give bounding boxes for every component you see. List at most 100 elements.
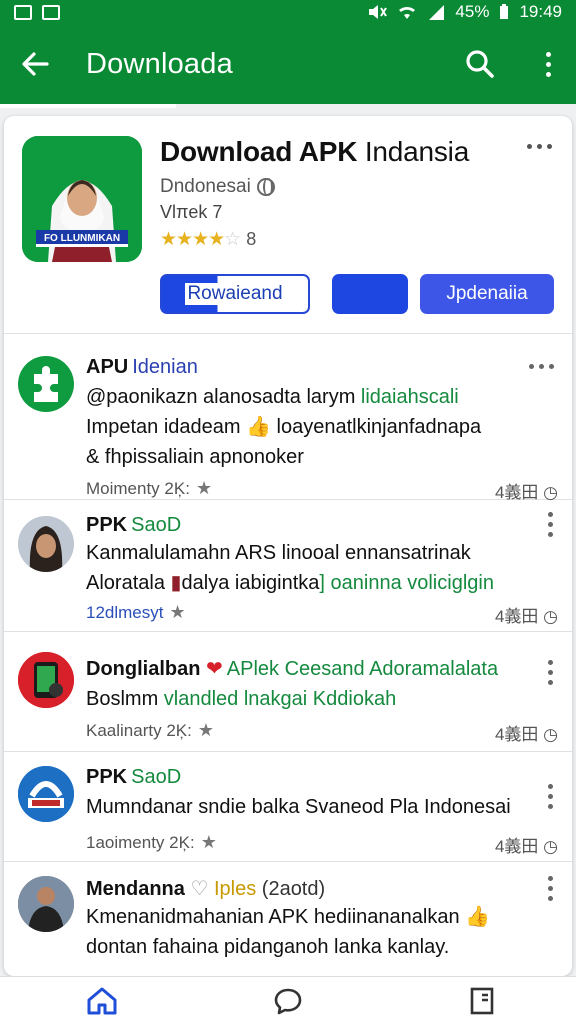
post-author: PPK xyxy=(86,766,128,788)
post-menu-button[interactable] xyxy=(548,876,554,901)
app-icon-banner: FO LLUNMIKAN xyxy=(44,233,120,244)
avatar[interactable] xyxy=(18,356,74,412)
post-menu-button[interactable] xyxy=(548,784,554,809)
post-text-line: Impetan idadeam 👍 loayenatlkinjanfadnapa xyxy=(86,416,482,438)
post-text-line: Boslmm vlandled lnakgai Kddiokah xyxy=(86,688,397,710)
bottom-nav xyxy=(0,976,576,1024)
app-title-bold: Download APK xyxy=(160,136,358,167)
heart-outline-icon: ♡ xyxy=(190,878,209,900)
heart-icon: ❤ xyxy=(206,658,223,680)
battery-icon xyxy=(500,4,509,19)
signal-icon xyxy=(429,5,445,20)
notification-icon xyxy=(14,4,32,20)
app-header: FO LLUNMIKAN Download APK Indansia Dndon… xyxy=(4,116,572,334)
avatar[interactable] xyxy=(18,876,74,932)
post-text-line: Kanmalulamahn ARS linooal ennansatrinak xyxy=(86,542,471,564)
page-title: Downloada xyxy=(86,47,233,80)
rating-row: ★★★★☆ 8 xyxy=(160,228,256,251)
post-count: 4義田 ◷ xyxy=(494,725,558,744)
secondary-action-button[interactable] xyxy=(332,274,408,314)
post-meta: 12dlmesyt ★ xyxy=(86,602,186,623)
image-icon xyxy=(42,4,60,20)
avatar[interactable] xyxy=(18,766,74,822)
post-header: Donglialban ❤ APlek Ceesand Adoramalalata xyxy=(86,656,498,681)
developer-row[interactable]: Dndonesai xyxy=(160,176,275,198)
clock: 19:49 xyxy=(519,2,562,21)
home-icon xyxy=(87,987,117,1015)
list-item[interactable]: APU Idenian @paonikazn alanosadta larym l… xyxy=(4,334,572,502)
phone-app-icon xyxy=(18,652,74,708)
search-icon xyxy=(466,50,494,78)
arrow-back-icon xyxy=(22,52,49,76)
post-author: APU xyxy=(86,356,129,378)
search-button[interactable] xyxy=(460,44,500,84)
star-rating-icon: ★★★★☆ xyxy=(160,229,241,250)
post-text-line: Kmenanidmahanian APK hediinananalkan 👍 xyxy=(86,906,491,928)
list-item[interactable]: PPK SaoD Kanmalulamahn ARS linooal ennans… xyxy=(4,500,572,632)
download-button[interactable]: Rowaieand xyxy=(160,274,310,314)
post-text-line: dontan fahaina pidanganoh lanka kanlay. xyxy=(86,936,450,958)
rating-value: 8 xyxy=(246,229,257,249)
post-author: PPK xyxy=(86,514,128,536)
post-tag[interactable]: SaoD xyxy=(131,766,181,788)
clock-icon: ◷ xyxy=(543,607,558,626)
avatar[interactable] xyxy=(18,652,74,708)
post-menu-button[interactable] xyxy=(548,660,554,685)
nav-home-button[interactable] xyxy=(82,985,122,1017)
chat-bubble-icon xyxy=(274,988,302,1015)
app-title-rest: Indansia xyxy=(357,136,470,167)
post-text-line: @paonikazn alanosadta larym lidaiahscali xyxy=(86,386,459,408)
person-avatar-icon xyxy=(18,516,74,572)
clock-icon: ◷ xyxy=(543,837,558,856)
list-item[interactable]: Mendanna ♡ Iples (2aotd) Kmenanidmahania… xyxy=(4,862,572,976)
post-count: 4義田 ◷ xyxy=(494,607,558,626)
app-icon-image: FO LLUNMIKAN xyxy=(22,136,142,262)
post-author: Mendanna xyxy=(86,878,185,900)
post-author: Donglialban xyxy=(86,658,201,680)
post-header: APU Idenian xyxy=(86,356,198,379)
clock-icon: ◷ xyxy=(543,725,558,744)
app-icon[interactable]: FO LLUNMIKAN xyxy=(22,136,142,262)
post-tag[interactable]: SaoD xyxy=(131,514,181,536)
post-tag[interactable]: APlek Ceesand Adoramalalata xyxy=(227,658,498,680)
post-header: Mendanna ♡ Iples (2aotd) xyxy=(86,878,326,900)
overflow-menu-button[interactable] xyxy=(538,44,558,84)
tab-indicator xyxy=(0,104,176,108)
post-menu-button[interactable] xyxy=(548,512,554,537)
app-title: Download APK Indansia xyxy=(160,136,469,168)
app-more-button[interactable] xyxy=(527,144,552,149)
download-label: Rowaieand xyxy=(185,283,285,305)
update-label: Jpdenaiia xyxy=(446,283,528,304)
status-bar: 45% 19:49 xyxy=(0,0,576,24)
status-indicators: 45% 19:49 xyxy=(367,2,562,22)
post-header: PPK SaoD xyxy=(86,766,181,789)
post-tag[interactable]: Iples xyxy=(214,878,256,900)
post-text-line: & fhpissaliain apnonoker️ xyxy=(86,446,304,468)
developer-name: Dndonesai xyxy=(160,176,251,197)
post-meta: Kaalinarty 2Ķ: ★ xyxy=(86,720,214,741)
like-icon[interactable]: ★ xyxy=(198,720,214,741)
wifi-icon xyxy=(399,6,416,20)
post-header: PPK SaoD xyxy=(86,514,181,537)
list-item[interactable]: Donglialban ❤ APlek Ceesand Adoramalalata… xyxy=(4,632,572,752)
puzzle-icon xyxy=(34,366,58,402)
post-text-line: Mumndanar sndie balka Svaneod Pla Indone… xyxy=(86,796,511,818)
person-avatar-icon xyxy=(18,876,74,932)
post-meta: Moimenty 2Ķ: ★ xyxy=(86,478,213,499)
nav-chat-button[interactable] xyxy=(268,985,308,1017)
like-icon[interactable]: ★ xyxy=(169,602,185,623)
app-bar: Downloada xyxy=(0,24,576,104)
nav-library-button[interactable] xyxy=(462,985,502,1017)
post-tag[interactable]: Idenian xyxy=(132,356,198,378)
list-item[interactable]: PPK SaoD Mumndanar sndie balka Svaneod Pl… xyxy=(4,752,572,862)
globe-icon xyxy=(256,178,275,196)
update-button[interactable]: Jpdenaiia xyxy=(420,274,554,314)
back-button[interactable] xyxy=(0,24,70,104)
like-icon[interactable]: ★ xyxy=(196,478,212,499)
like-icon[interactable]: ★ xyxy=(201,832,217,853)
post-count: 4義田 ◷ xyxy=(494,837,558,856)
post-menu-button[interactable] xyxy=(529,364,554,369)
mute-icon xyxy=(369,5,388,19)
brand-logo-icon xyxy=(18,766,74,822)
avatar[interactable] xyxy=(18,516,74,572)
